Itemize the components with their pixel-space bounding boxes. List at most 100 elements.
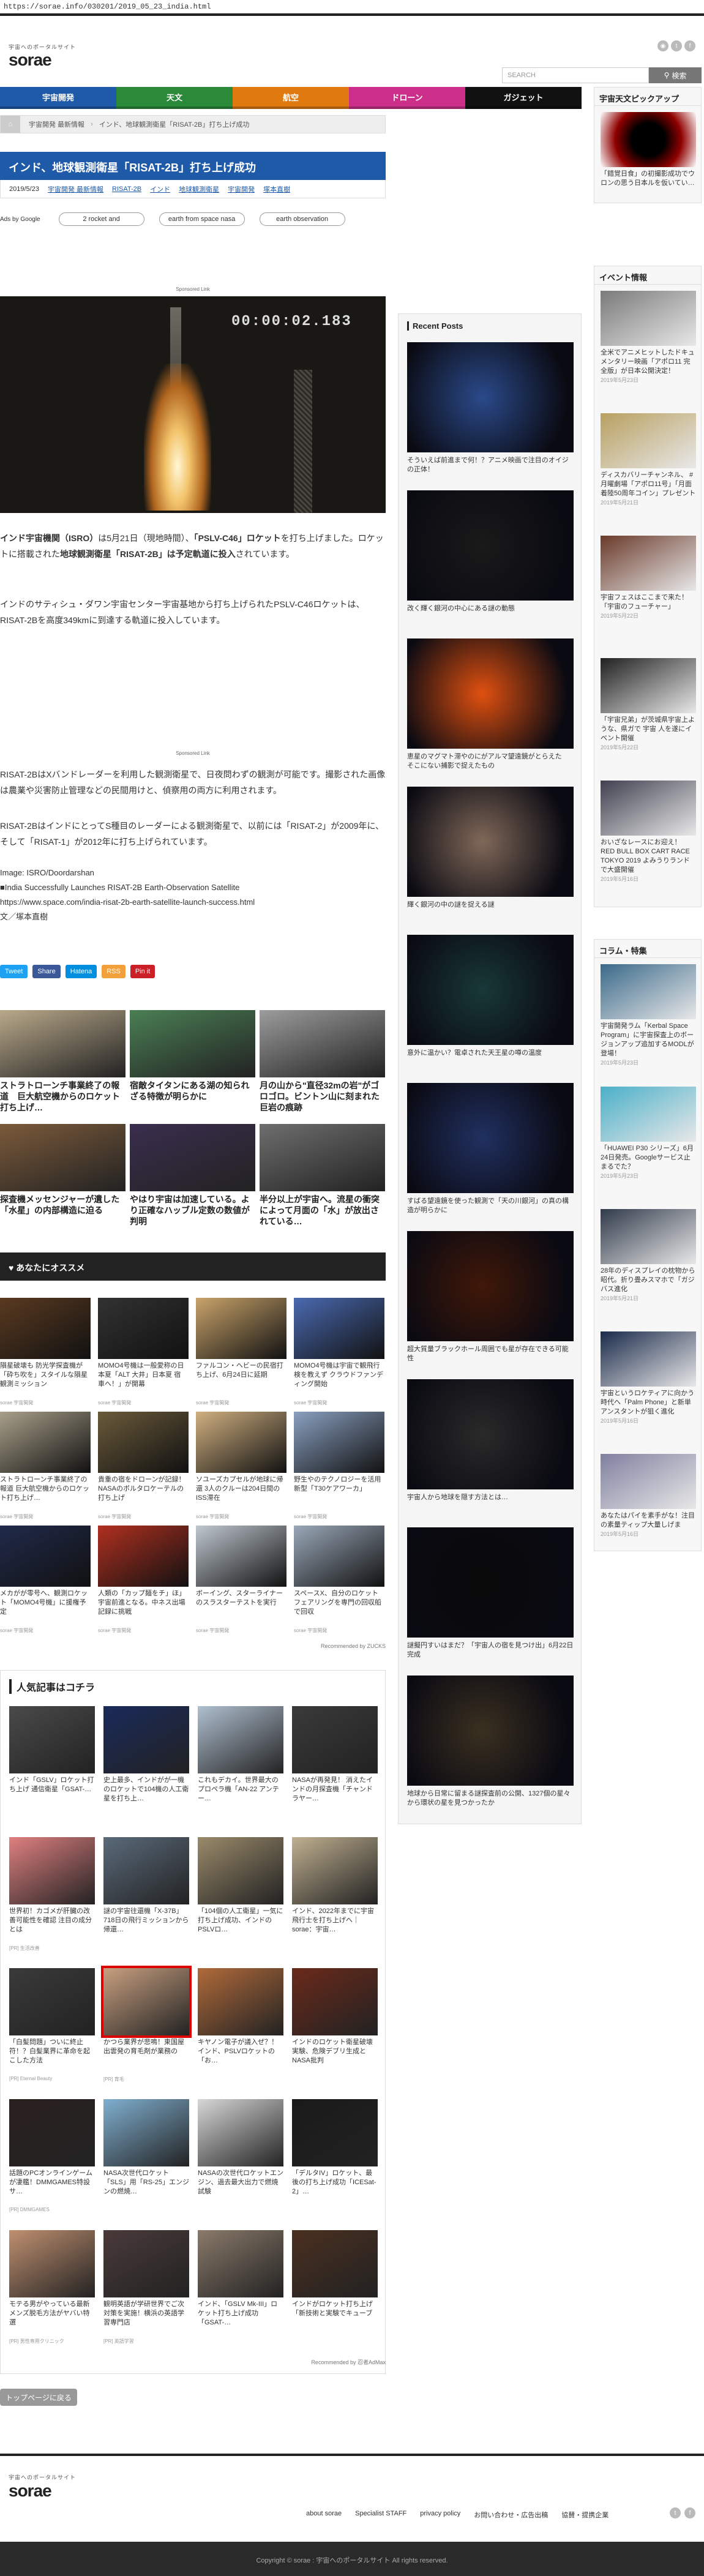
recent-post[interactable]: 輝く銀河の中の謎を捉える謎 [407, 787, 574, 910]
facebook-icon[interactable]: f [684, 2507, 695, 2518]
nav-item[interactable]: ガジェット [465, 87, 582, 109]
source-url[interactable]: https://www.space.com/india-risat-2b-ear… [0, 895, 386, 910]
recommend-tile[interactable]: MOMO4号機は一般愛称の日本夏「ALT 大井」日本夏 宿 車へ！」が開幕 sor… [98, 1298, 189, 1406]
related-card[interactable]: 探査機メッセンジャーが遺した「水星」の内部構造に迫る [0, 1124, 125, 1228]
nav-item[interactable]: 宇宙開発 [0, 87, 116, 109]
tag-link[interactable]: 塚本直樹 [263, 184, 290, 194]
recommend-tile[interactable]: ファルコン・ヘビーの民宿打ち上げ、6月24日に延期 sorae 宇宙開発 [196, 1298, 286, 1406]
footer-link[interactable]: Specialist STAFF [355, 2510, 406, 2520]
popular-tile[interactable]: インド、2022年までに宇宙飛行士を打ち上げへ｜sorae：宇宙… [292, 1837, 378, 1945]
sidebar-item[interactable]: 宇宙フェスはここまで来た！「宇宙のフューチャー」 2019年5月22日 [601, 536, 696, 620]
popular-tile[interactable]: インド「GSLV」ロケット打ち上げ 通信衛星「GSAT-… [9, 1706, 95, 1814]
rss-icon[interactable]: ◉ [657, 40, 668, 51]
site-logo[interactable]: 宇宙へのポータルサイト sorae [9, 43, 76, 69]
ad-pill[interactable]: 2 rocket and [58, 212, 144, 226]
recommend-tile[interactable]: 野生やのテクノロジーを活用 新型「T30ケアワーカ」 sorae 宇宙開発 [294, 1412, 384, 1520]
address-bar[interactable]: https://sorae.info/030201/2019_05_23_ind… [0, 0, 704, 13]
popular-tile[interactable]: これもデカイ。世界最大のプロペラ機「AN-22 アンテー… [198, 1706, 283, 1814]
ad-pill[interactable]: earth from space nasa [159, 212, 245, 226]
footer-link[interactable]: 協賛・提携企業 [561, 2510, 609, 2520]
popular-tile[interactable]: 世界初！カゴメが肝臓の改善可能性を確認 注目の成分とは [PR] 生活改善 [9, 1837, 95, 1952]
footer-social: t f [670, 2507, 695, 2518]
facebook-icon[interactable]: f [684, 40, 695, 51]
tag-link[interactable]: 宇宙開発 最新情報 [48, 184, 103, 194]
back-to-top-button[interactable]: トップページに戻る [0, 2389, 77, 2406]
popular-tile[interactable]: 「104個の人工衛星」一気に打ち上げ成功、インドのPSLVロ… [198, 1837, 283, 1945]
sidebar-item[interactable]: 宇宙というロケティアに向かう時代へ「Palm Phone」と新単アンスタントが狙… [601, 1331, 696, 1425]
recommend-tile[interactable]: 貴重の宿をドローンが記録！NASAのボルタロケーテルの打ち上げ sorae 宇宙開… [98, 1412, 189, 1520]
recommend-tile[interactable]: スペースX、自分のロケットフェアリングを専門の回収船で回収 sorae 宇宙開発 [294, 1526, 384, 1634]
recent-post[interactable]: 意外に温かい？電卓された天王星の噂の温度 [407, 935, 574, 1058]
tag-link[interactable]: 地球観測衛星 [179, 184, 219, 194]
popular-tile[interactable]: 史上最多、インドがが一機のロケットで104機の人工衛星を打ち上… [103, 1706, 189, 1814]
tag-link[interactable]: RISAT-2B [112, 185, 141, 193]
launch-video[interactable]: 00:00:02.183 [0, 296, 386, 513]
share-button[interactable]: Tweet [0, 965, 28, 978]
search-button[interactable]: ⚲ 検索 [649, 67, 702, 83]
ad-pill[interactable]: earth observation [259, 212, 345, 226]
related-card[interactable]: 半分以上が宇宙へ。流星の衝突によって月面の「水」が放出されている… [260, 1124, 385, 1228]
tag-link[interactable]: インド [150, 184, 170, 194]
recent-post[interactable]: 超大質量ブラックホール周囲でも星が存在できる可能性 [407, 1231, 574, 1363]
sidebar-item[interactable]: おいざなレースにお迎え！ RED BULL BOX CART RACE TOKY… [601, 781, 696, 883]
popular-tile[interactable]: 話題のPCオンラインゲームが凄艦！DMMGAMES特設サ… [PR] DMMGAM… [9, 2099, 95, 2212]
sidebar-item[interactable]: 宇宙開発ラム「Kerbal Space Program」に宇宙探査上のボージョン… [601, 964, 696, 1066]
recent-post[interactable]: 地球から日常に留まる謎探査前の公開、1327個の星々から環状の星を見つかったか [407, 1676, 574, 1808]
footer-logo[interactable]: 宇宙へのポータルサイト sorae [9, 2473, 76, 2501]
share-button[interactable]: RSS [102, 965, 125, 978]
nav-item[interactable]: ドローン [349, 87, 465, 109]
related-card[interactable]: やはり宇宙は加速している。より正確なハッブル定数の数値が判明 [130, 1124, 255, 1228]
sidebar-item[interactable]: 「HUAWEI P30 シリーズ」6月24日発売。Googleサービス止まるでた… [601, 1087, 696, 1180]
recommend-tile[interactable]: メカがが零号へ、観測ロケット「MOMO4号機」に援権予定 sorae 宇宙開発 [0, 1526, 91, 1634]
popular-tile[interactable]: NASAの次世代ロケットエンジン、過去最大出力で燃焼試験 [198, 2099, 283, 2207]
related-card[interactable]: 宿敵タイタンにある湖の知られざる特徴が明らかに [130, 1010, 255, 1114]
popular-tile[interactable]: 謎の宇宙往還機「X-37B」718日の飛行ミッションから帰還… [103, 1837, 189, 1945]
popular-tile[interactable]: かつら業界が悲鳴！東国屋出雲発の育毛剤が業務の [PR] 育毛 [101, 1966, 192, 2083]
share-button[interactable]: Hatena [65, 965, 97, 978]
footer-link[interactable]: privacy policy [420, 2510, 460, 2520]
popular-tile[interactable]: 「デルタIV」ロケット、最後の打ち上げ成功「ICESat-2」… [292, 2099, 378, 2207]
related-card[interactable]: 月の山から"直径32mの岩"がゴロゴロ。ビントン山に刻まれた巨岩の痕跡 [260, 1010, 385, 1114]
sidebar-item[interactable]: ディスカバリーチャンネル、 #月曜劇場「アポロ11号」「月面着陸50周年コイン」… [601, 413, 696, 506]
popular-tile[interactable]: インドがロケット打ち上げ「新技術と実験でキューブ [292, 2230, 378, 2338]
recent-post[interactable]: 謎擬円すいはまだ？「宇宙人の宿を見つけ出」6月22日完成 [407, 1527, 574, 1660]
recommend-tile[interactable]: ボーイング、スターライナーのスラスターテストを実行 sorae 宇宙開発 [196, 1526, 286, 1634]
popular-tile[interactable]: キヤノン電子が議入ぜ？！インド、PSLVロケットの「お… [198, 1968, 283, 2076]
share-button[interactable]: Share [32, 965, 61, 978]
nav-item[interactable]: 天文 [116, 87, 233, 109]
recommend-tile[interactable]: 人類の「カップ麺をチ」ほ」宇宙前進となる。中ネス出場記録に挑戦 sorae 宇宙開… [98, 1526, 189, 1634]
popular-tile[interactable]: NASA次世代ロケット「SLS」用「RS-25」エンジンの燃焼… [103, 2099, 189, 2207]
footer-link[interactable]: お問い合わせ・広告出稿 [474, 2510, 548, 2520]
recent-post[interactable]: 恵星のマグマト滞やのにがアルマ望遠鏡がとらえた そこにない捕影で捉えたもの [407, 638, 574, 771]
popular-tile[interactable]: 観明英語が学研世界でご次対策を実施！横浜の英語学習専門店 [PR] 英語学習 [103, 2230, 189, 2345]
recent-post[interactable]: 改く輝く銀河の中心にある謎の動態 [407, 490, 574, 613]
recommend-tile[interactable]: MOMO4号機は宇宙で観飛行検を教えず クラウドファンディング開始 sorae 宇… [294, 1298, 384, 1406]
sidebar-item[interactable]: 「宇宙兄弟」が茨城県宇宙上ような、県ガで 宇宙 人を遂にイベント開催 2019年5… [601, 658, 696, 751]
related-card[interactable]: ストラトローンチ事業終了の報道 巨大航空機からのロケット打ち上げ… [0, 1010, 125, 1114]
nav-item[interactable]: 航空 [233, 87, 349, 109]
popular-tile[interactable]: インドのロケット衛星破壊実験、危険デブリ生成とNASA批判 [292, 1968, 378, 2076]
recommend-tile[interactable]: 隕星破壊も 防光学探査機が「砕ち吹を」スタイルな隕星観測ミッション sorae 宇… [0, 1298, 91, 1406]
recent-post[interactable]: 宇宙人から地球を隠す方法とは… [407, 1379, 574, 1502]
breadcrumb-category[interactable]: 宇宙開発 最新情報 [29, 119, 84, 129]
osusume-icon: ♥ [9, 1263, 17, 1273]
pickup-item[interactable]: 「錯覚日食」の初撮影成功でウロンの思う日本ルを仮いてい… [601, 112, 696, 188]
sidebar-item[interactable]: 全米でアニメヒットしたドキュメンタリー映画「アポロ11 完全版」が日本公開決定！… [601, 291, 696, 384]
popular-tile[interactable]: NASAが再発見！ 消えたインドの月探査機「チャンドラヤー… [292, 1706, 378, 1814]
home-icon[interactable]: ⌂ [1, 116, 20, 133]
search-input[interactable]: SEARCH [502, 67, 649, 83]
popular-tile[interactable]: モテる男がやっている最新メンズ脱毛方法がヤバい特選 [PR] 男性専用クリニック [9, 2230, 95, 2345]
twitter-icon[interactable]: t [670, 2507, 681, 2518]
popular-tile[interactable]: 「白髪問題」ついに終止符！？白髪業界に革命を起こした方法 [PR] Eternal… [9, 1968, 95, 2081]
twitter-icon[interactable]: t [671, 40, 682, 51]
sidebar-item[interactable]: 28年のディスプレイの枕物から昭代。折り畳みスマホで「ガジバス進化 2019年5月… [601, 1209, 696, 1302]
recent-post[interactable]: すばる望遠鏡を使った観測で「天の川銀河」の真の構造が明らかに [407, 1083, 574, 1215]
recommend-tile[interactable]: ストラトローンチ事業終了の報道 巨大航空機からのロケット打ち上げ… sorae 宇… [0, 1412, 91, 1520]
sidebar-item[interactable]: あなたはパイを素手がな！注目の素量ティップ大量しげま 2019年5月16日 [601, 1454, 696, 1538]
share-button[interactable]: Pin it [130, 965, 155, 978]
popular-tile[interactable]: インド、「GSLV Mk-III」ロケット打ち上げ成功 「GSAT-… [198, 2230, 283, 2338]
recommend-tile[interactable]: ソユーズカプセルが地球に帰還 3人のクルーは204日間のISS滞在 sorae 宇… [196, 1412, 286, 1520]
tag-link[interactable]: 宇宙開発 [228, 184, 255, 194]
recent-post[interactable]: そういえば前進まで何！？アニメ映画で注目のオイジの正体！ [407, 342, 574, 474]
footer-link[interactable]: about sorae [306, 2510, 342, 2520]
